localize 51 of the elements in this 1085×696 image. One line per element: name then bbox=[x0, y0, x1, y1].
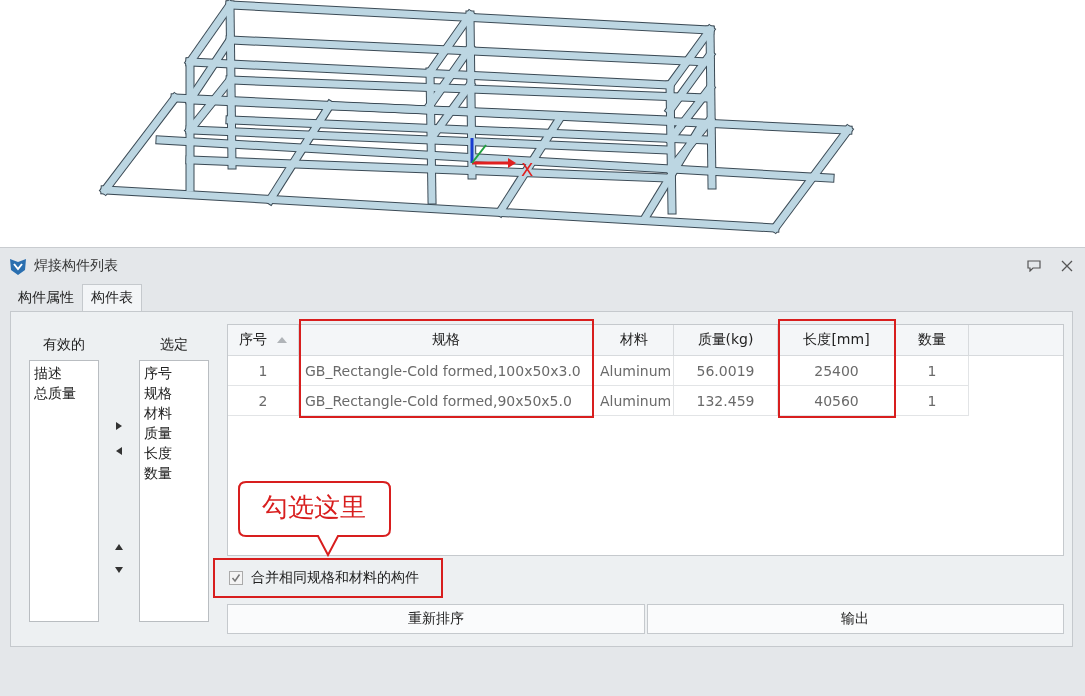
app-icon bbox=[8, 256, 28, 276]
axis-label: X bbox=[521, 159, 534, 180]
list-item[interactable]: 规格 bbox=[144, 383, 204, 403]
table-cell: 56.0019 bbox=[674, 356, 778, 386]
column-header-label: 长度[mm] bbox=[803, 331, 870, 349]
column-header-label: 材料 bbox=[619, 331, 648, 349]
comment-icon[interactable] bbox=[1027, 260, 1041, 272]
tab[interactable]: 构件表 bbox=[82, 284, 142, 311]
column-header[interactable]: 长度[mm] bbox=[778, 325, 896, 355]
table-cell: 1 bbox=[896, 356, 969, 386]
column-header-label: 质量(kg) bbox=[697, 331, 754, 349]
column-header-label: 数量 bbox=[918, 331, 946, 349]
table-cell: 132.459 bbox=[674, 386, 778, 416]
table-cell: 1 bbox=[896, 386, 969, 416]
window-title: 焊接构件列表 bbox=[34, 257, 118, 275]
list-item[interactable]: 材料 bbox=[144, 403, 204, 423]
action-button[interactable]: 重新排序 bbox=[227, 604, 645, 634]
list-item[interactable]: 长度 bbox=[144, 443, 204, 463]
move-left-button[interactable] bbox=[116, 447, 122, 455]
list-item[interactable]: 质量 bbox=[144, 423, 204, 443]
table-cell: 1 bbox=[228, 356, 299, 386]
axis-icon bbox=[470, 138, 516, 168]
checkbox[interactable] bbox=[229, 571, 243, 586]
list-item[interactable]: 描述 bbox=[34, 363, 94, 383]
column-header-label: 规格 bbox=[432, 331, 460, 349]
column-header[interactable]: 序号 bbox=[228, 325, 299, 355]
list-item[interactable]: 数量 bbox=[144, 463, 204, 483]
move-right-button[interactable] bbox=[116, 422, 122, 430]
column-header[interactable]: 规格 bbox=[299, 325, 594, 355]
list-heading: 有效的 bbox=[43, 336, 85, 354]
table-cell: 2 bbox=[228, 386, 299, 416]
column-header[interactable]: 质量(kg) bbox=[674, 325, 778, 355]
list-item[interactable]: 序号 bbox=[144, 363, 204, 383]
table-cell: GB_Rectangle-Cold formed,90x50x5.0 bbox=[299, 386, 594, 416]
column-header-label: 序号 bbox=[239, 331, 267, 349]
move-up-button[interactable] bbox=[115, 544, 123, 550]
table-cell: GB_Rectangle-Cold formed,100x50x3.0 bbox=[299, 356, 594, 386]
table-cell: 40560 bbox=[778, 386, 896, 416]
action-button[interactable]: 输出 bbox=[646, 604, 1064, 634]
close-icon[interactable] bbox=[1061, 260, 1073, 272]
column-header[interactable]: 数量 bbox=[896, 325, 969, 355]
column-header[interactable]: 材料 bbox=[594, 325, 674, 355]
move-down-button[interactable] bbox=[115, 567, 123, 573]
table-cell: Aluminum bbox=[594, 386, 674, 416]
list-heading: 选定 bbox=[160, 336, 188, 354]
tab[interactable]: 构件属性 bbox=[10, 285, 82, 311]
callout-text: 勾选这里 bbox=[262, 491, 366, 523]
table-cell: Aluminum bbox=[594, 356, 674, 386]
list-item[interactable]: 总质量 bbox=[34, 383, 94, 403]
table-cell: 25400 bbox=[778, 356, 896, 386]
checkbox-label: 合并相同规格和材料的构件 bbox=[251, 569, 419, 588]
